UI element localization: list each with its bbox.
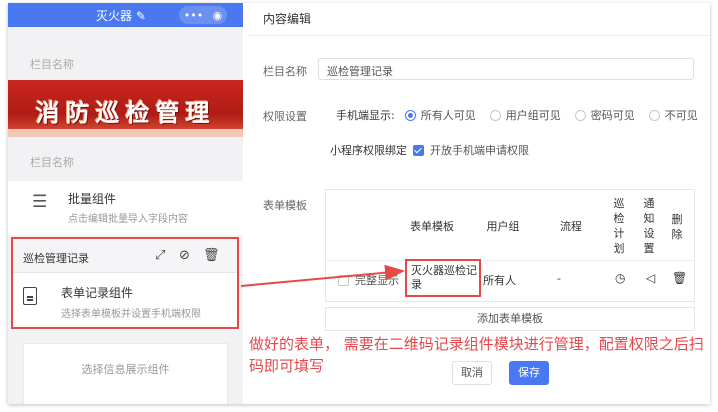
app-window: 灭火器 ✎ ••• ◉ 栏目名称 消防巡检管理 栏目名称 ☰ 批量组件 点击编辑… bbox=[8, 3, 710, 404]
cancel-button[interactable]: 取消 bbox=[452, 361, 492, 385]
save-button[interactable]: 保存 bbox=[509, 361, 549, 385]
